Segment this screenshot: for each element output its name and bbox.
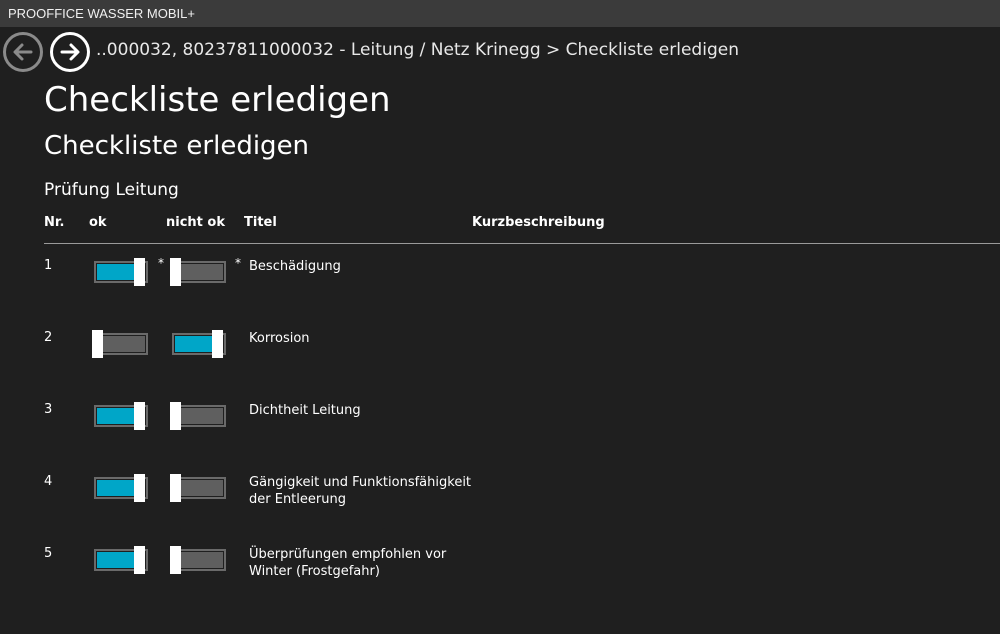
nicht-ok-toggle[interactable]: [170, 474, 226, 502]
section-title: Prüfung Leitung: [44, 180, 179, 200]
header-divider: [44, 243, 1000, 244]
arrow-left-icon: [13, 43, 33, 61]
required-marker: *: [235, 256, 241, 270]
ok-toggle[interactable]: [94, 546, 148, 574]
row-number: 2: [44, 330, 53, 345]
row-title: Dichtheit Leitung: [249, 403, 361, 418]
column-header-kurzbeschreibung: Kurzbeschreibung: [472, 215, 605, 230]
row-number: 3: [44, 402, 53, 417]
column-header-nicht-ok: nicht ok: [166, 215, 225, 230]
column-header-nr: Nr.: [44, 215, 65, 230]
nicht-ok-toggle[interactable]: [170, 546, 226, 574]
required-marker: *: [158, 256, 164, 270]
table-row: 5 Überprüfungen empfohlen vor Winter (Fr…: [0, 546, 1000, 606]
column-header-ok: ok: [89, 215, 107, 230]
ok-toggle[interactable]: [94, 258, 148, 286]
row-title: Überprüfungen empfohlen vor Winter (Fros…: [249, 547, 447, 579]
row-number: 5: [44, 546, 53, 561]
table-row: 4 Gängigkeit und Funktionsfähigkeit der …: [0, 474, 1000, 534]
back-button[interactable]: [3, 32, 43, 72]
row-title: Beschädigung: [249, 259, 341, 274]
row-number: 4: [44, 474, 53, 489]
window-titlebar: PROOFFICE WASSER MOBIL+: [0, 0, 1000, 27]
table-row: 3 Dichtheit Leitung: [0, 402, 1000, 462]
row-number: 1: [44, 258, 53, 273]
table-row: 2 Korrosion: [0, 330, 1000, 390]
ok-toggle[interactable]: [94, 402, 148, 430]
nicht-ok-toggle[interactable]: [170, 402, 226, 430]
nicht-ok-toggle[interactable]: [170, 258, 226, 286]
forward-button[interactable]: [50, 32, 90, 72]
page-subtitle: Checkliste erledigen: [44, 131, 310, 161]
arrow-right-icon: [60, 43, 80, 61]
ok-toggle[interactable]: [92, 330, 148, 358]
app-title: PROOFFICE WASSER MOBIL+: [8, 6, 195, 21]
row-title: Korrosion: [249, 331, 310, 346]
page-title: Checkliste erledigen: [44, 80, 391, 120]
ok-toggle[interactable]: [94, 474, 148, 502]
column-header-titel: Titel: [244, 215, 277, 230]
breadcrumb: ..000032, 80237811000032 - Leitung / Net…: [96, 40, 739, 60]
table-row: 1 * * Beschädigung: [0, 256, 1000, 318]
nicht-ok-toggle[interactable]: [172, 330, 226, 358]
row-title: Gängigkeit und Funktionsfähigkeit der En…: [249, 475, 472, 507]
